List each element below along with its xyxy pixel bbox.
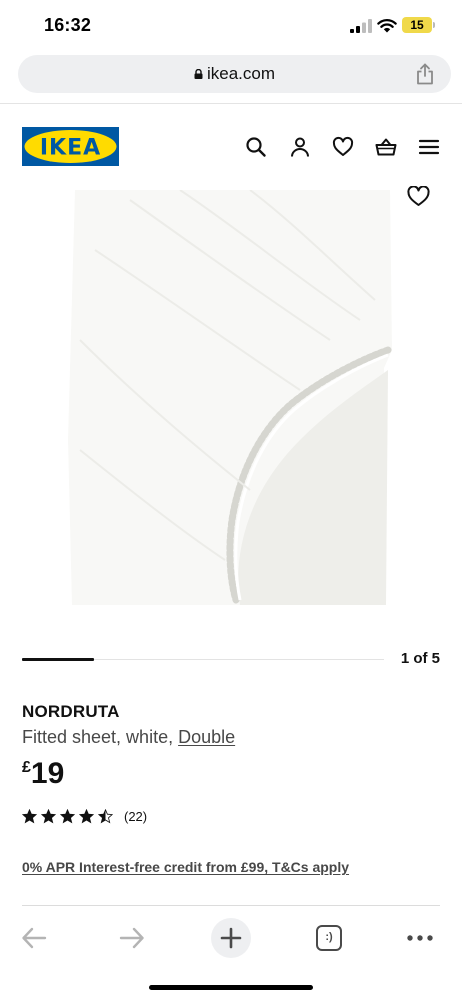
credit-offer-link[interactable]: 0% APR Interest-free credit from £99, T&… xyxy=(22,859,349,875)
lock-icon xyxy=(194,69,203,79)
home-indicator xyxy=(149,985,313,990)
add-to-favourites-icon[interactable] xyxy=(407,186,430,207)
star-icon xyxy=(79,809,94,824)
url-display[interactable]: ikea.com xyxy=(18,64,451,84)
ikea-logo[interactable]: IKEA xyxy=(22,127,119,166)
heart-icon[interactable] xyxy=(332,136,354,158)
more-icon[interactable] xyxy=(406,923,434,953)
tabs-icon[interactable]: :) xyxy=(316,925,342,951)
back-arrow-icon[interactable] xyxy=(20,923,48,953)
share-icon[interactable] xyxy=(415,63,435,85)
search-icon[interactable] xyxy=(245,136,267,158)
star-icon xyxy=(60,809,75,824)
battery-indicator: 15 xyxy=(402,17,432,33)
plus-icon xyxy=(220,927,242,949)
product-description: Fitted sheet, white, Double xyxy=(22,727,235,748)
wifi-icon xyxy=(377,19,397,33)
address-bar[interactable]: ikea.com xyxy=(18,55,451,93)
status-time: 16:32 xyxy=(44,15,92,35)
account-icon[interactable] xyxy=(289,136,311,158)
star-icon xyxy=(98,809,113,824)
battery-tip xyxy=(433,22,435,28)
carousel-progress xyxy=(22,658,94,661)
menu-icon[interactable] xyxy=(418,136,440,158)
status-bar: 16:32 15 xyxy=(0,0,462,50)
review-count[interactable]: (22) xyxy=(124,809,147,824)
divider xyxy=(22,905,440,906)
carousel-counter: 1 of 5 xyxy=(400,650,440,667)
url-text: ikea.com xyxy=(206,64,276,83)
size-link[interactable]: Double xyxy=(178,727,235,747)
product-type: Fitted sheet, white, xyxy=(22,727,179,747)
svg-text:IKEA: IKEA xyxy=(40,136,101,161)
product-image[interactable] xyxy=(0,190,462,625)
price-currency: £ xyxy=(22,759,31,776)
star-rating[interactable] xyxy=(22,809,113,825)
product-name: NORDRUTA xyxy=(22,702,120,721)
new-tab-button[interactable] xyxy=(211,918,251,958)
product-price: £19 xyxy=(22,757,64,791)
price-value: 19 xyxy=(30,757,65,790)
star-icon xyxy=(22,809,37,824)
basket-icon[interactable] xyxy=(375,136,397,158)
cellular-signal-icon xyxy=(350,19,372,33)
star-icon xyxy=(41,809,56,824)
forward-arrow-icon[interactable] xyxy=(118,923,146,953)
divider xyxy=(0,103,462,104)
